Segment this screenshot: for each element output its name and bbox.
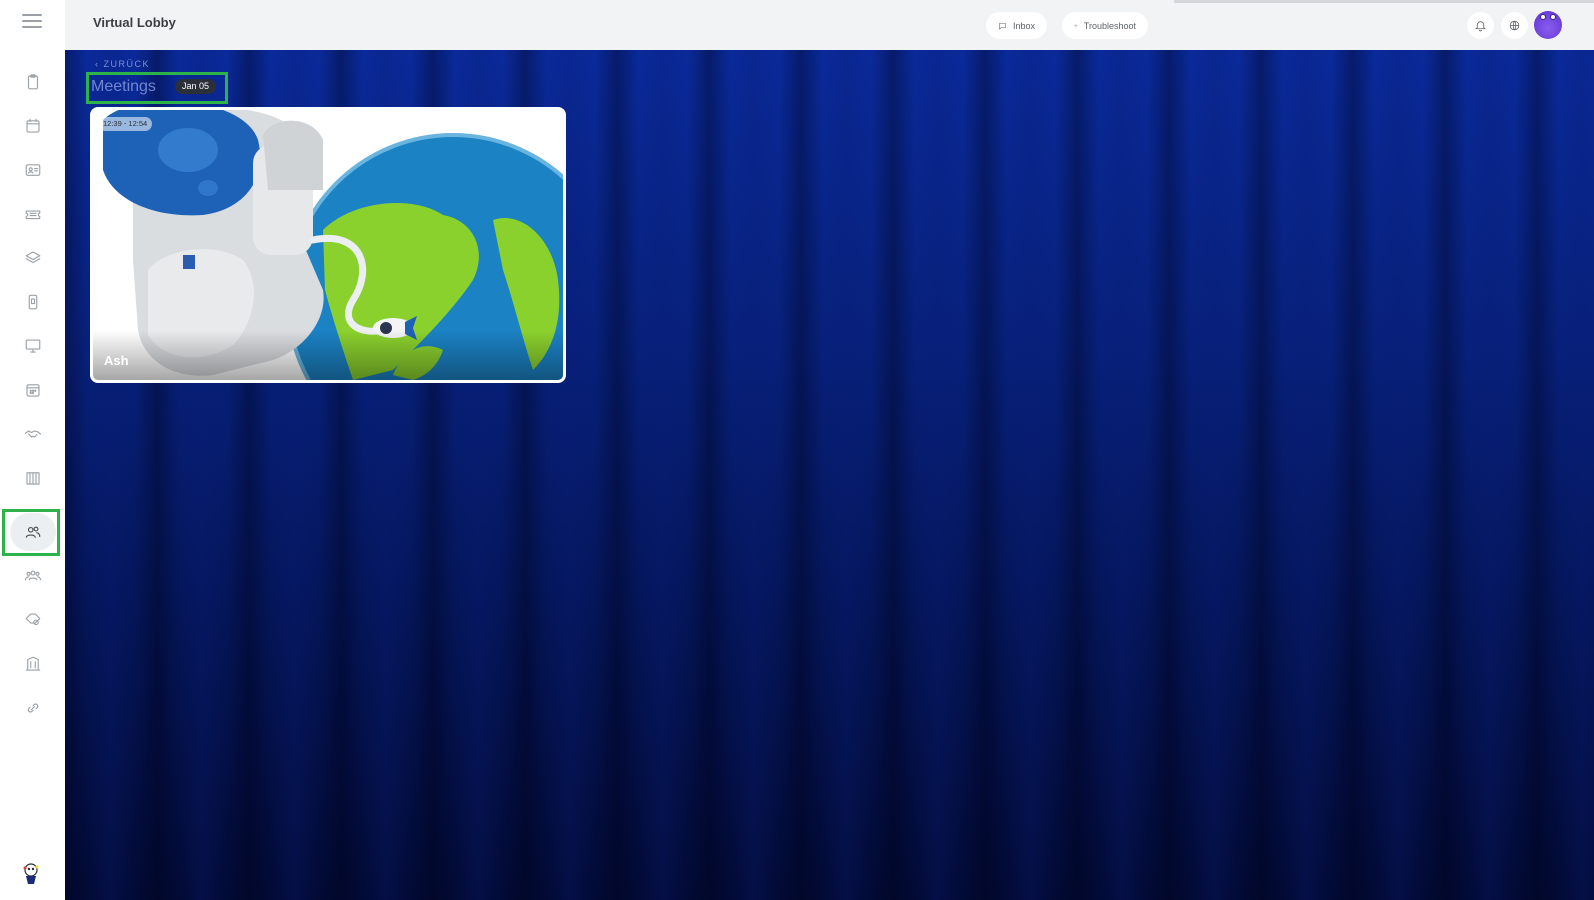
sidebar-item-meetings[interactable]	[10, 513, 56, 551]
sidebar-item-clipboard[interactable]	[10, 63, 56, 101]
troubleshoot-button[interactable]: Troubleshoot	[1062, 12, 1148, 39]
sidebar-item-calendar[interactable]	[10, 107, 56, 145]
chat-bubble-icon	[999, 22, 1006, 30]
top-bar: Virtual Lobby Inbox Troubleshoot	[65, 0, 1594, 50]
date-badge[interactable]: Jan 05	[175, 79, 217, 94]
link-icon	[27, 703, 39, 713]
bell-icon	[1475, 21, 1486, 32]
sidebar	[0, 0, 65, 900]
group-icon	[24, 570, 42, 581]
sidebar-item-monitor[interactable]	[10, 327, 56, 365]
building-icon	[25, 656, 41, 671]
inbox-button[interactable]: Inbox	[986, 12, 1047, 39]
sidebar-item-groups[interactable]	[10, 557, 56, 595]
meeting-card[interactable]: 12:39 - 12:54 Ash	[90, 107, 566, 383]
mobile-icon	[28, 294, 38, 310]
sidebar-item-tickets[interactable]	[10, 195, 56, 233]
calendar-icon	[26, 118, 40, 133]
tags-icon	[25, 613, 41, 626]
sidebar-item-mobile[interactable]	[10, 283, 56, 321]
meeting-host-name: Ash	[104, 353, 129, 368]
main-content: ‹ ZURÜCK Meetings Jan 05 12:39 - 12:54 A…	[65, 50, 1594, 900]
app-title: Virtual Lobby	[93, 15, 176, 30]
mascot-logo-icon[interactable]	[20, 862, 42, 886]
monitor-icon	[25, 339, 41, 353]
sidebar-item-schedule[interactable]	[10, 371, 56, 409]
ticket-icon	[25, 210, 41, 220]
troubleshoot-label: Troubleshoot	[1083, 20, 1136, 31]
sidebar-item-building[interactable]	[10, 645, 56, 683]
sidebar-item-handshake[interactable]	[10, 415, 56, 453]
sidebar-item-booths[interactable]	[10, 459, 56, 497]
sidebar-item-layers[interactable]	[10, 239, 56, 277]
notifications-button[interactable]	[1467, 12, 1494, 39]
clipboard-icon	[27, 74, 39, 90]
sidebar-item-links[interactable]	[10, 689, 56, 727]
loading-progress-bar	[1174, 0, 1594, 3]
back-link[interactable]: ‹ ZURÜCK	[95, 59, 150, 69]
page-title: Meetings	[91, 78, 156, 95]
handshake-icon	[24, 430, 42, 438]
layers-icon	[25, 251, 41, 264]
globe-icon	[1509, 20, 1520, 31]
booth-icon	[26, 472, 40, 485]
heart-pulse-icon	[1074, 24, 1078, 27]
meeting-time-badge: 12:39 - 12:54	[98, 117, 153, 131]
language-button[interactable]	[1501, 12, 1528, 39]
users-icon	[25, 526, 41, 538]
avatar-eye-right	[1550, 14, 1556, 20]
card-name-overlay	[93, 330, 563, 380]
menu-hamburger-icon[interactable]	[22, 12, 42, 30]
contact-card-icon	[25, 164, 41, 176]
avatar-eye-left	[1540, 14, 1546, 20]
sidebar-item-contacts[interactable]	[10, 151, 56, 189]
sidebar-item-tags[interactable]	[10, 601, 56, 639]
schedule-icon	[26, 384, 40, 397]
user-avatar[interactable]	[1534, 11, 1562, 39]
inbox-label: Inbox	[1012, 20, 1035, 31]
